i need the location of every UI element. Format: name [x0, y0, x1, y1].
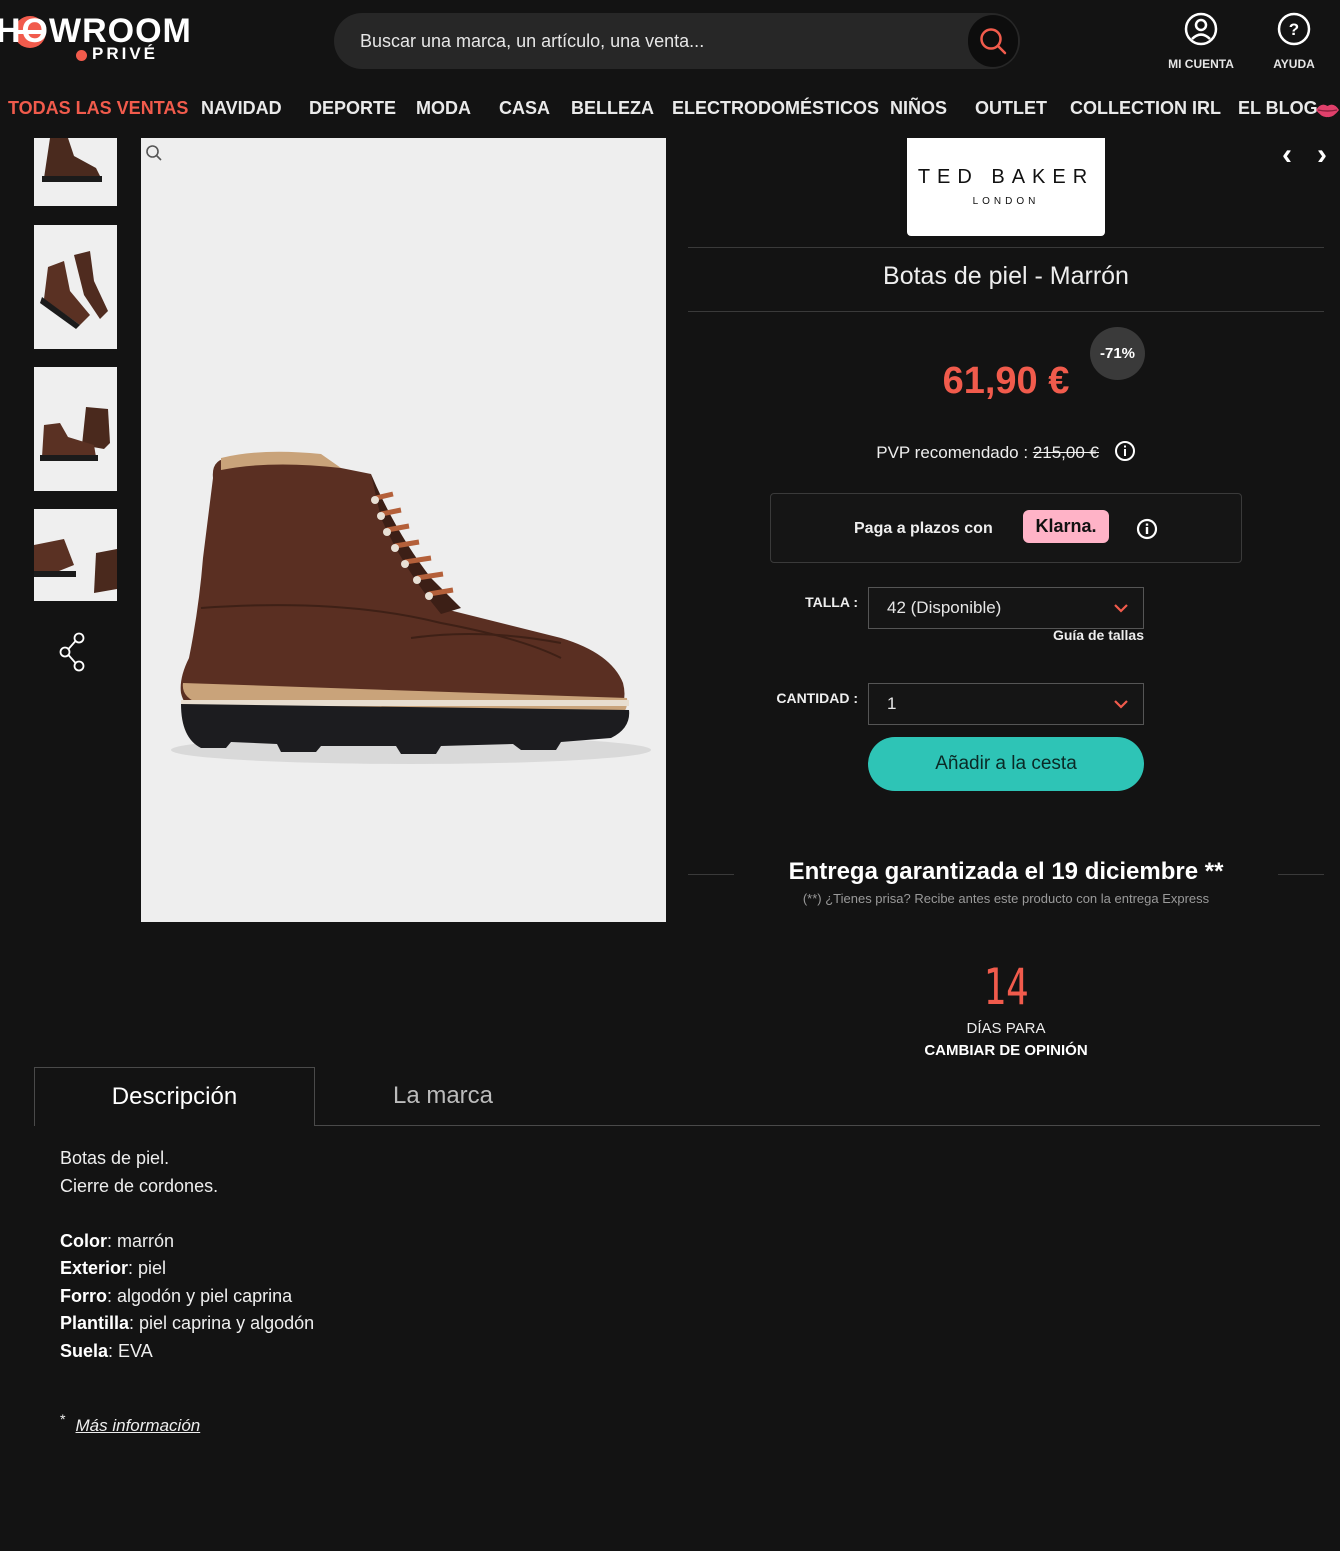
product-price: 61,90 €: [942, 360, 1070, 402]
brand-sub: LONDON: [972, 196, 1040, 207]
delivery-subtitle: (**) ¿Tienes prisa? Recibe antes este pr…: [802, 891, 1210, 906]
svg-text:?: ?: [1289, 20, 1299, 39]
spec-row: Exterior: piel: [60, 1255, 314, 1283]
search-button[interactable]: [968, 15, 1018, 67]
klarna-text: Paga a plazos con: [854, 520, 993, 537]
size-value: 42 (Disponible): [887, 598, 1002, 617]
spec-key: Exterior: [60, 1258, 129, 1278]
tab-brand[interactable]: La marca: [315, 1067, 571, 1125]
recommended-price: PVP recomendado : 215,00 €: [688, 440, 1324, 467]
account-label: MI CUENTA: [1168, 57, 1234, 71]
search-input[interactable]: [360, 13, 960, 69]
next-product-arrow[interactable]: ›: [1317, 138, 1327, 172]
brown-boot-image: [171, 451, 651, 764]
more-info-star: *: [60, 1412, 66, 1428]
spec-key: Forro: [60, 1285, 107, 1306]
divider: [688, 247, 1324, 248]
return-days-label: DÍAS PARA: [966, 1020, 1046, 1037]
spec-key: Plantilla: [60, 1313, 130, 1333]
size-label: TALLA :: [805, 594, 858, 610]
chevron-down-icon: [1114, 604, 1128, 613]
main-nav: TODAS LAS VENTAS NAVIDAD DEPORTE MODA CA…: [0, 92, 1340, 128]
add-to-cart-button[interactable]: Añadir a la cesta: [868, 737, 1144, 791]
return-days-label-bold: CAMBIAR DE OPINIÓN: [924, 1042, 1088, 1059]
help-button[interactable]: ? AYUDA: [1249, 12, 1339, 72]
chevron-down-icon: [1114, 700, 1128, 709]
quantity-value: 1: [887, 694, 897, 713]
delivery-title: Entrega garantizada el 19 diciembre **: [788, 858, 1224, 885]
description-line: Botas de piel.: [60, 1148, 170, 1168]
product-thumbnail[interactable]: [34, 367, 117, 491]
brand-logo[interactable]: TED BAKER LONDON: [907, 138, 1105, 236]
nav-item-navidad[interactable]: NAVIDAD: [201, 98, 282, 119]
pvp-old-price: 215,00 €: [1032, 442, 1099, 462]
spec-row: Forro: algodón y piel caprina: [60, 1283, 314, 1311]
spec-value: : EVA: [108, 1340, 153, 1361]
spec-value: : marrón: [107, 1230, 175, 1251]
nav-item-ninos[interactable]: NIÑOS: [890, 98, 947, 119]
more-info-link[interactable]: Más información: [76, 1416, 201, 1435]
logo-sub-text: PRIVÉ: [92, 44, 159, 63]
product-title: Botas de piel - Marrón: [883, 262, 1129, 290]
product-description: Botas de piel. Cierre de cordones. Color…: [60, 1145, 314, 1365]
brand-name: TED BAKER: [917, 166, 1095, 188]
divider: [688, 311, 1324, 312]
spec-row: Suela: EVA: [60, 1338, 314, 1366]
spec-value: : piel: [128, 1258, 167, 1278]
boot-thumbnail-image: [42, 138, 102, 182]
spec-row: Color: marrón: [60, 1228, 314, 1256]
nav-item-belleza[interactable]: BELLEZA: [571, 98, 654, 119]
share-icon: [59, 632, 85, 672]
product-thumbnail[interactable]: [34, 225, 117, 349]
nav-item-todas-las-ventas[interactable]: TODAS LAS VENTAS: [8, 98, 188, 119]
nav-item-outlet[interactable]: OUTLET: [975, 98, 1047, 119]
search-icon: [980, 28, 1007, 55]
tab-divider: [315, 1125, 1320, 1126]
nav-item-collection-irl[interactable]: COLLECTION IRL: [1070, 98, 1221, 119]
info-icon[interactable]: [1114, 440, 1136, 467]
boot-thumbnail-image: [40, 251, 108, 329]
spec-row: Plantilla: piel caprina y algodón: [60, 1310, 314, 1338]
help-label: AYUDA: [1273, 57, 1315, 71]
product-thumbnail[interactable]: [34, 138, 117, 206]
spec-key: Suela: [60, 1340, 109, 1361]
user-icon: [1184, 12, 1218, 46]
more-info: * Más información: [60, 1412, 200, 1436]
spec-key: Color: [60, 1230, 107, 1251]
boot-thumbnail-image: [40, 407, 110, 461]
discount-badge: -71%: [1090, 327, 1145, 380]
pvp-label: PVP recomendado :: [876, 442, 1033, 462]
spec-value: : piel caprina y algodón: [129, 1313, 315, 1333]
site-logo[interactable]: HOWROOM PRIVÉ: [0, 8, 200, 68]
search-bar: [334, 13, 1020, 69]
nav-item-el-blog[interactable]: EL BLOG: [1238, 98, 1318, 119]
spec-value: : algodón y piel caprina: [107, 1285, 293, 1306]
account-button[interactable]: MI CUENTA: [1156, 12, 1246, 72]
size-select[interactable]: 42 (Disponible): [868, 587, 1144, 629]
help-icon: ?: [1277, 12, 1311, 46]
nav-item-electrodomesticos[interactable]: ELECTRODOMÉSTICOS: [672, 98, 879, 119]
klarna-logo: Klarna.: [1023, 510, 1109, 543]
boot-thumbnail-image: [34, 539, 117, 593]
description-line: Cierre de cordones.: [60, 1175, 219, 1196]
quantity-select[interactable]: 1: [868, 683, 1144, 725]
quantity-label: CANTIDAD :: [776, 690, 858, 706]
return-days-number: 14: [983, 958, 1029, 1016]
info-icon[interactable]: [1136, 518, 1158, 545]
nav-item-moda[interactable]: MODA: [416, 98, 471, 119]
prev-product-arrow[interactable]: ‹: [1282, 138, 1292, 172]
tab-description[interactable]: Descripción: [34, 1067, 315, 1126]
size-guide-link[interactable]: Guía de tallas: [1000, 627, 1144, 643]
product-main-image[interactable]: [141, 138, 666, 922]
site-header: HOWROOM PRIVÉ MI CUENTA ? AYUDA TODAS LA…: [0, 0, 1340, 138]
nav-item-casa[interactable]: CASA: [499, 98, 550, 119]
nav-item-deporte[interactable]: DEPORTE: [309, 98, 396, 119]
klarna-banner: Paga a plazos con Klarna.: [770, 493, 1242, 563]
logo-dot-icon: [76, 50, 87, 61]
lips-icon: [1316, 104, 1339, 118]
product-thumbnail[interactable]: [34, 509, 117, 601]
share-button[interactable]: [58, 632, 88, 677]
